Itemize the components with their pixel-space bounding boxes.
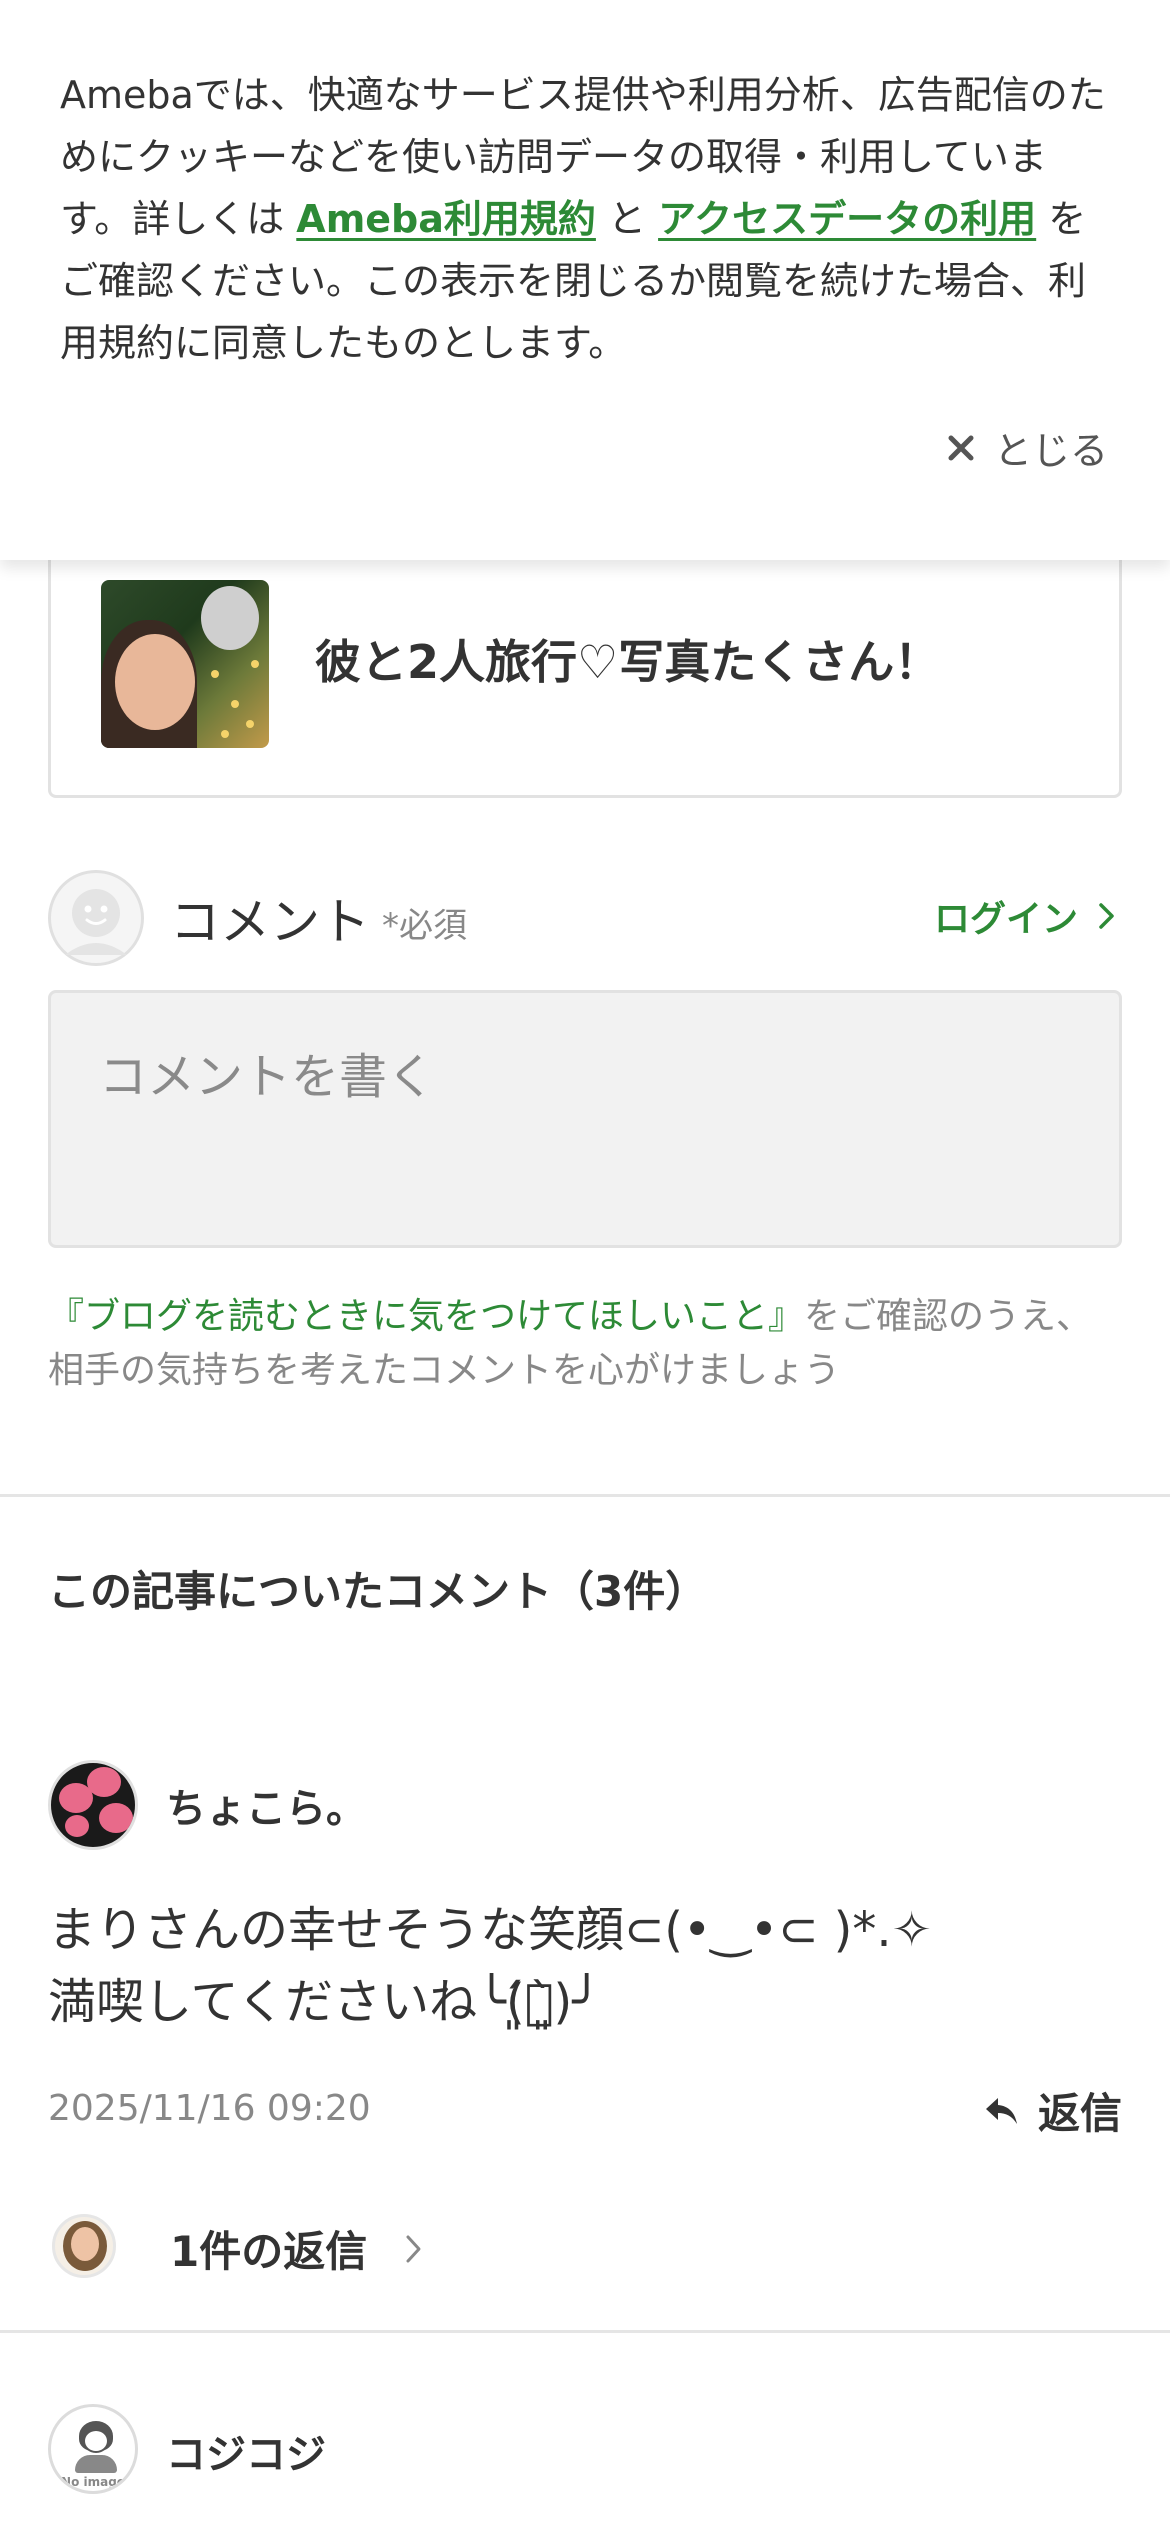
commenter-avatar[interactable] [48,1760,138,1850]
comment-body: まりさんの幸せそうな笑顔⊂(•‿•⊂ )*.✧ 満喫してくださいね╰(͈́︶͈̀… [48,1894,1128,2038]
chevron-right-icon [406,2235,421,2262]
cookie-consent-text: Amebaでは、快適なサービス提供や利用分析、広告配信のためにクッキーなどを使い… [60,64,1110,374]
cookie-consent-banner: Amebaでは、快適なサービス提供や利用分析、広告配信のためにクッキーなどを使い… [0,0,1170,560]
comment-line: まりさんの幸せそうな笑顔⊂(•‿•⊂ )*.✧ [48,1902,932,1958]
commenter-name[interactable]: ちょこら。 [166,1776,366,1834]
default-user-avatar [48,870,144,966]
view-replies-link[interactable]: 1件の返信 [170,2218,423,2279]
reply-label: 返信 [1037,2089,1122,2138]
cookie-text-middle: と [595,197,659,241]
commenter-name[interactable]: コジコジ [166,2422,326,2480]
replies-count-label: 1件の返信 [170,2227,368,2276]
reply-arrow-icon [985,2097,1017,2124]
section-divider [0,1494,1170,1497]
login-label: ログイン [933,899,1078,940]
comment-date: 2025/11/16 09:20 [48,2088,371,2129]
blog-card-title: 彼と2人旅行♡写真たくさん！ [315,635,941,689]
reply-user-avatar [52,2214,116,2278]
comment-guidelines-notice: 『ブログを読むときに気をつけてほしいこと』をご確認のうえ、相手の気持ちを考えたコ… [48,1290,1128,1398]
terms-link[interactable]: Ameba利用規約 [296,197,596,241]
close-label: とじる [993,429,1108,473]
access-data-link[interactable]: アクセスデータの利用 [658,197,1036,241]
comment-divider [0,2330,1170,2333]
related-blog-card[interactable]: 彼と2人旅行♡写真たくさん！ [48,540,1122,798]
comment-input[interactable] [48,990,1122,1248]
commenter-avatar-noimage[interactable]: No image [48,2404,138,2494]
guidelines-link[interactable]: 『ブログを読むときに気をつけてほしいこと』 [48,1296,804,1337]
login-link[interactable]: ログイン [934,890,1116,942]
comments-section-title: この記事についたコメント（3件） [48,1567,708,1616]
required-label: *必須 [382,906,467,946]
comment-line: 満喫してくださいね╰(͈́︶͈̀)╯ [48,1974,602,2030]
no-image-text: No image [61,2475,125,2489]
close-banner-button[interactable]: とじる [946,420,1108,475]
close-icon [948,435,974,460]
user-icon [65,889,127,955]
reply-button[interactable]: 返信 [984,2080,1122,2141]
comment-heading: コメント [170,893,370,951]
chevron-right-icon [1099,903,1114,929]
blog-thumbnail [101,580,269,748]
